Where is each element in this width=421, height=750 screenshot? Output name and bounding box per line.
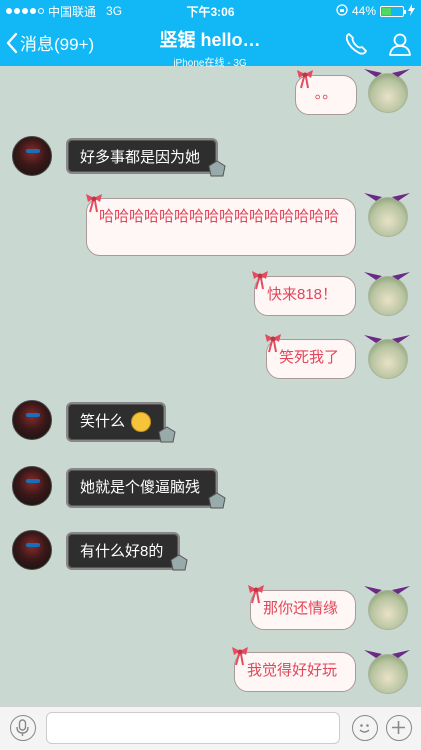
- back-label: 消息(99+): [20, 35, 95, 54]
- contact-avatar[interactable]: [12, 466, 52, 506]
- charging-icon: [408, 3, 415, 19]
- more-button[interactable]: [386, 715, 412, 741]
- lock-rotation-icon: [336, 3, 348, 19]
- bow-decoration-icon: [86, 194, 102, 213]
- phone-icon: [345, 33, 367, 55]
- battery-percent: 44%: [351, 4, 376, 18]
- microphone-icon: [16, 719, 29, 736]
- phone-call-button[interactable]: [343, 31, 369, 62]
- battery-icon: [380, 5, 406, 17]
- wings-decoration-icon: [364, 335, 410, 343]
- online-status: iPhone在线 - 3G: [173, 58, 247, 69]
- clock: 下午3:06: [186, 4, 235, 19]
- bow-decoration-icon: [265, 334, 281, 353]
- carrier-label: 中国联通: [48, 4, 97, 19]
- contact-avatar[interactable]: [12, 530, 52, 570]
- bow-decoration-icon: [297, 70, 313, 89]
- message-bubble[interactable]: 哈哈哈哈哈哈哈哈哈哈哈哈哈哈哈哈: [86, 198, 356, 256]
- profile-button[interactable]: [387, 31, 413, 62]
- message-bubble[interactable]: 我觉得好好玩: [234, 652, 356, 692]
- network-label: 3G: [106, 4, 123, 18]
- back-button[interactable]: 消息(99+): [6, 30, 94, 55]
- voice-button[interactable]: [10, 715, 36, 741]
- smiley-icon: [359, 724, 370, 733]
- signal-icon: [6, 8, 44, 14]
- message-input[interactable]: [46, 712, 340, 744]
- plus-icon: [392, 721, 405, 734]
- chevron-left-icon: [6, 32, 18, 53]
- person-icon: [389, 33, 411, 56]
- wings-decoration-icon: [364, 69, 410, 77]
- message-bubble[interactable]: 她就是个傻逼脑残: [66, 468, 218, 508]
- bow-decoration-icon: [252, 271, 268, 290]
- emblem-decoration-icon: [170, 554, 188, 571]
- contact-avatar[interactable]: [12, 400, 52, 440]
- bow-decoration-icon: [232, 647, 248, 666]
- wings-decoration-icon: [364, 650, 410, 658]
- bow-decoration-icon: [248, 585, 264, 604]
- wings-decoration-icon: [364, 586, 410, 594]
- emoji-button[interactable]: [352, 715, 378, 741]
- emblem-decoration-icon: [208, 160, 226, 177]
- nav-bar: 消息(99+) 竖锯 hello… iPhone在线 - 3G: [0, 22, 421, 69]
- emblem-decoration-icon: [158, 426, 176, 443]
- wings-decoration-icon: [364, 193, 410, 201]
- status-bar: 中国联通 3G 下午3:06 44%: [0, 0, 421, 22]
- wings-decoration-icon: [364, 272, 410, 280]
- emblem-decoration-icon: [208, 492, 226, 509]
- input-bar: [0, 706, 421, 750]
- contact-avatar[interactable]: [12, 136, 52, 176]
- smirk-emoji-icon: [131, 412, 152, 433]
- message-bubble[interactable]: 好多事都是因为她: [66, 138, 218, 174]
- message-bubble[interactable]: 有什么好8的: [66, 532, 180, 570]
- chat-title[interactable]: 竖锯 hello…: [110, 26, 310, 52]
- message-bubble[interactable]: 笑什么: [66, 402, 166, 442]
